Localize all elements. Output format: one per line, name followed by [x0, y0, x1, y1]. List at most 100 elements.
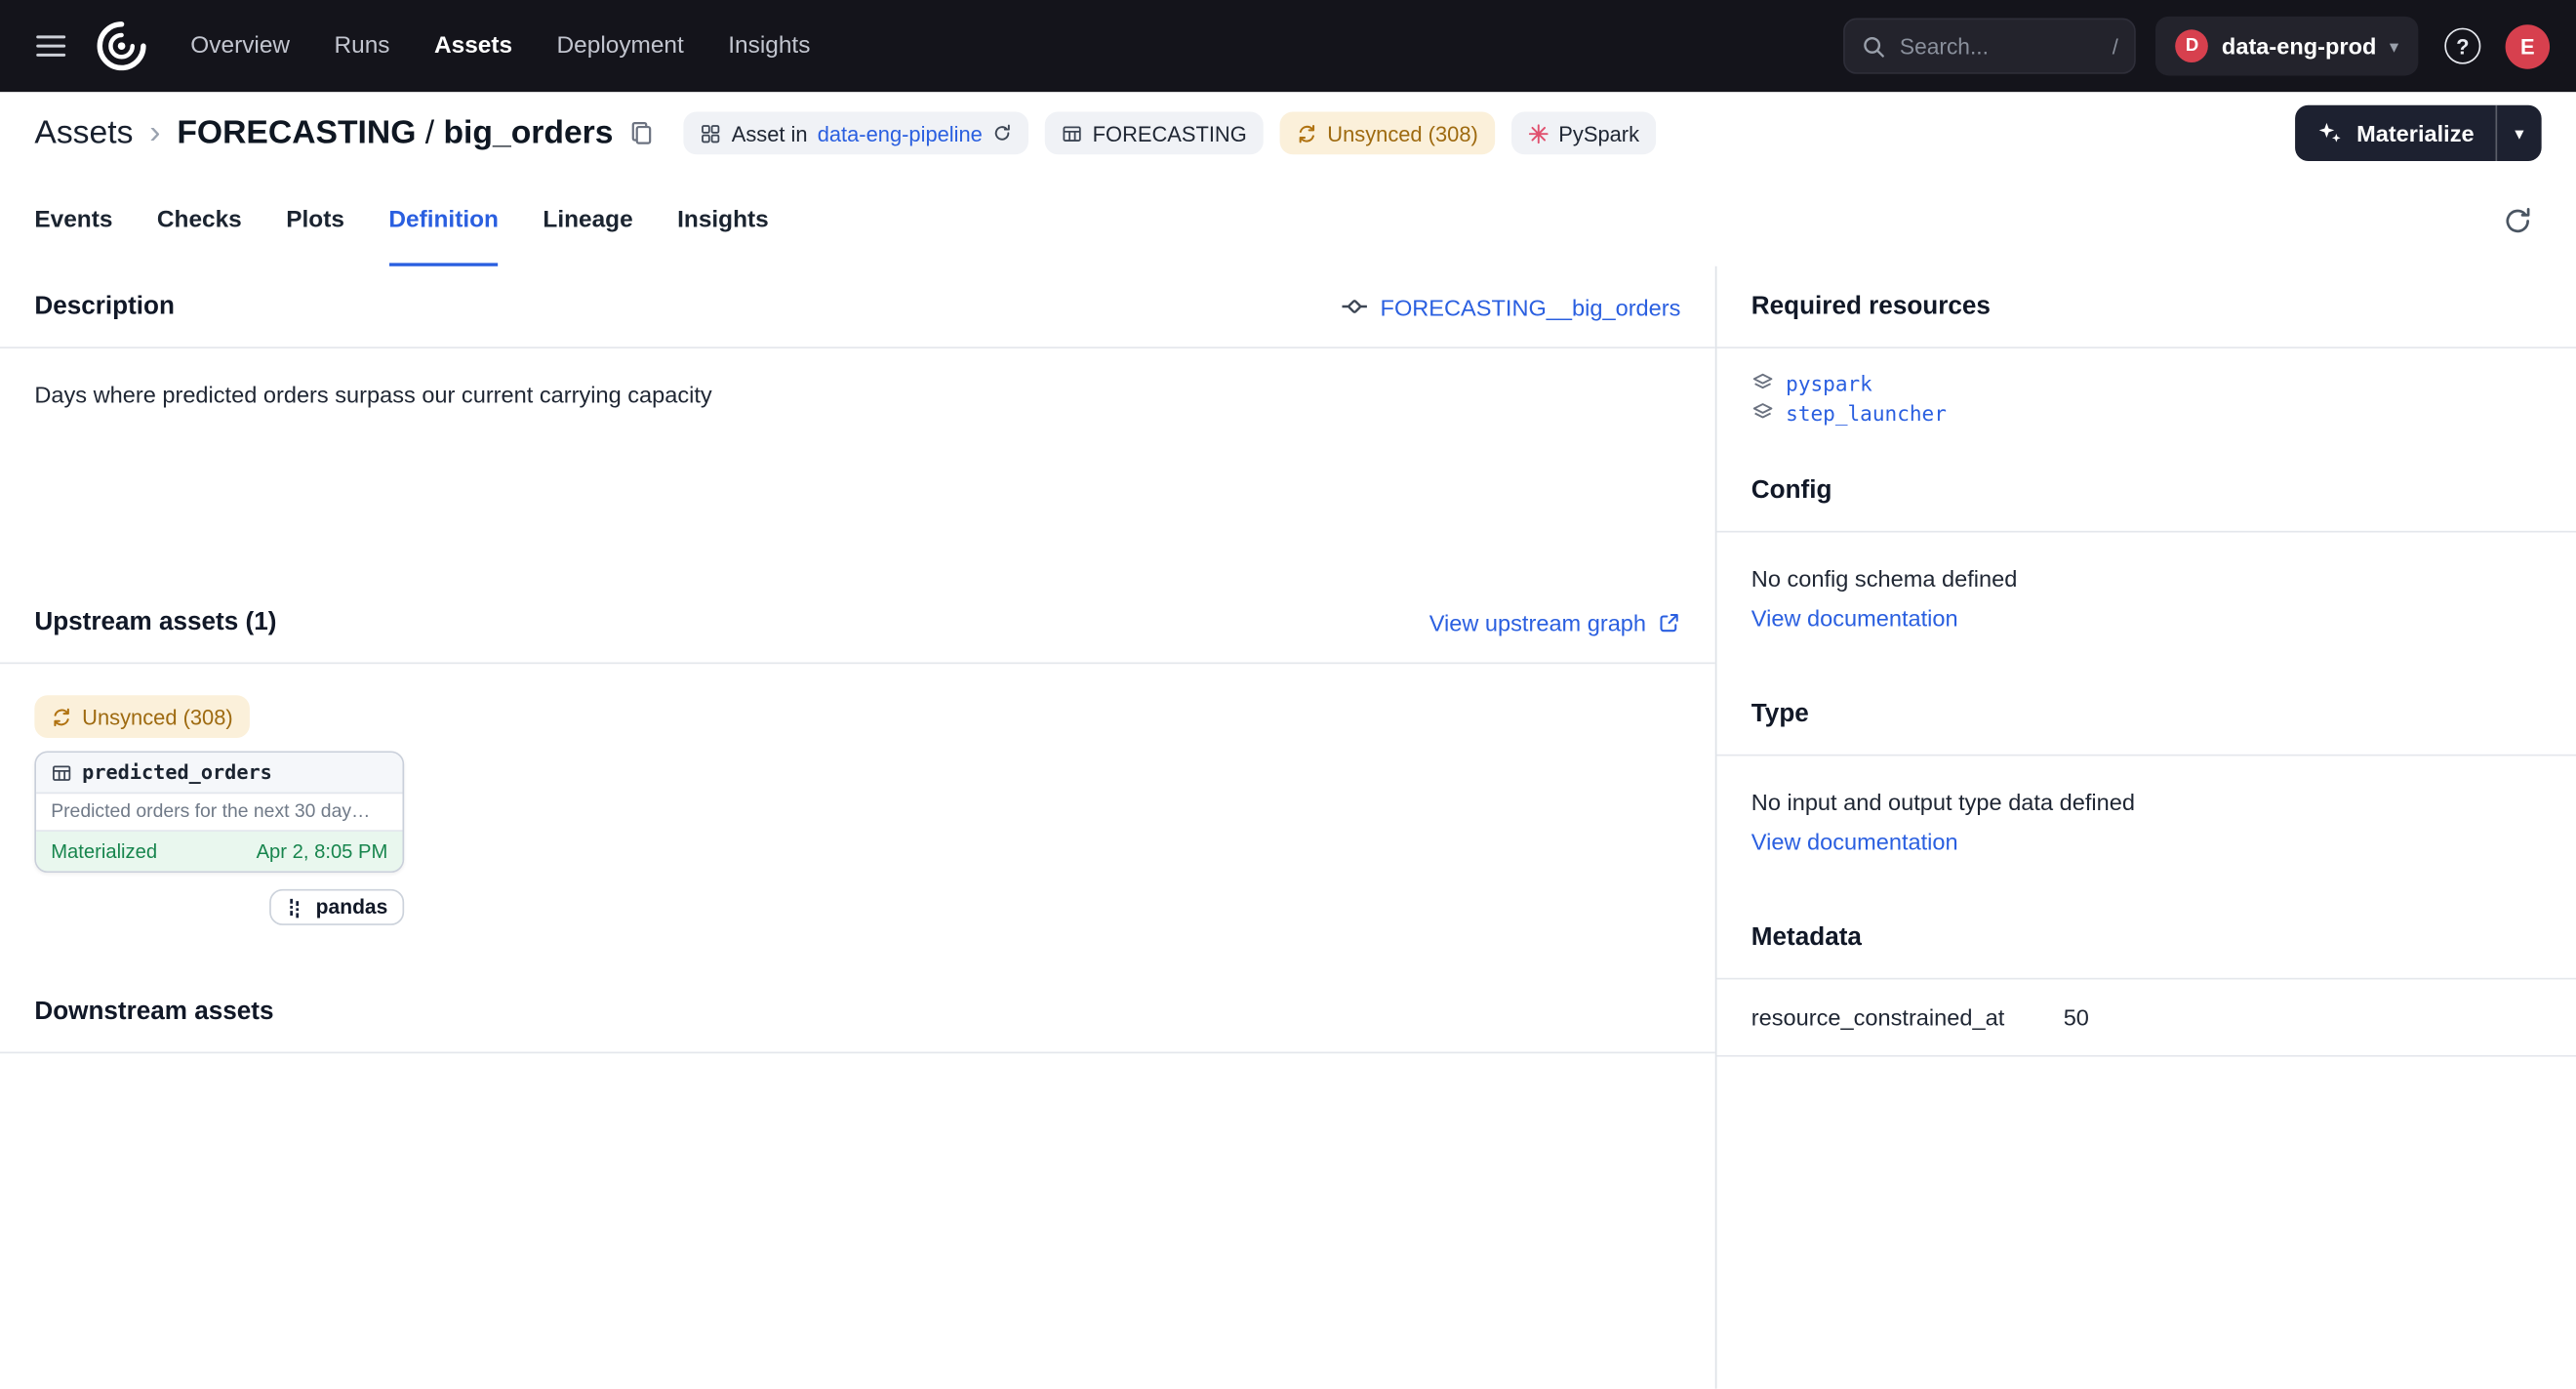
upstream-node: predicted_orders Predicted orders for th…: [34, 751, 404, 924]
asset-name: big_orders: [443, 114, 613, 150]
breadcrumb-separator: ›: [149, 114, 160, 152]
section-title: Upstream assets (1): [34, 607, 276, 636]
materialize-label: Materialize: [2356, 120, 2475, 146]
asset-node-status-bar: Materialized Apr 2, 8:05 PM: [36, 832, 402, 871]
view-upstream-graph-link[interactable]: View upstream graph: [1429, 609, 1681, 635]
primary-nav: Overview Runs Assets Deployment Insights: [190, 33, 810, 60]
hamburger-menu-icon[interactable]: [26, 21, 76, 71]
asset-node-description: Predicted orders for the next 30 day…: [36, 794, 402, 832]
search-input[interactable]: [1900, 34, 2099, 59]
asset-group-name: FORECASTING: [177, 114, 416, 150]
asset-node-icon: [1341, 293, 1369, 321]
copy-icon[interactable]: [629, 120, 654, 146]
config-body: No config schema defined View documentat…: [1716, 533, 2576, 674]
search-icon: [1862, 34, 1886, 59]
page-title: FORECASTING / big_orders: [177, 114, 613, 152]
type-view-documentation-link[interactable]: View documentation: [1751, 829, 2542, 855]
pandas-chip-label: pandas: [316, 896, 388, 919]
description-section-header: Description FORECASTING__big_orders: [0, 266, 1715, 348]
type-section-header: Type: [1716, 674, 2576, 756]
materialize-split-button: Materialize ▾: [2296, 105, 2542, 161]
metadata-value: 50: [2064, 1004, 2089, 1031]
upstream-assets-body: Unsynced (308) predicted_orders Predicte…: [0, 664, 1715, 971]
config-message: No config schema defined: [1751, 565, 2018, 592]
search-shortcut-hint: /: [2113, 34, 2118, 59]
asset-header-row: Assets › FORECASTING / big_orders Asset …: [0, 92, 2576, 174]
user-avatar[interactable]: E: [2506, 23, 2550, 67]
layers-icon: [1751, 401, 1775, 425]
resources-section-header: Required resources: [1716, 266, 2576, 348]
type-body: No input and output type data defined Vi…: [1716, 756, 2576, 897]
external-link-icon: [1658, 610, 1681, 633]
unsynced-chip[interactable]: Unsynced (308): [1279, 111, 1494, 154]
tab-definition[interactable]: Definition: [388, 174, 499, 266]
asset-in-pipeline-chip[interactable]: Asset in data-eng-pipeline: [684, 111, 1028, 154]
section-title: Config: [1751, 475, 1832, 505]
asset-node-header: predicted_orders: [36, 753, 402, 794]
sparkle-icon: [2317, 120, 2344, 146]
resources-list: pyspark step_launcher: [1716, 348, 2576, 450]
pandas-icon: [286, 896, 305, 918]
title-slash: /: [416, 114, 443, 150]
asset-node-card[interactable]: predicted_orders Predicted orders for th…: [34, 751, 404, 873]
resource-link-step-launcher[interactable]: step_launcher: [1786, 400, 1947, 425]
tab-checks[interactable]: Checks: [157, 174, 242, 266]
nav-link-runs[interactable]: Runs: [335, 33, 390, 60]
unsynced-badge[interactable]: Unsynced (308): [34, 695, 249, 738]
section-title: Downstream assets: [34, 997, 273, 1026]
asset-node-name: predicted_orders: [82, 761, 272, 785]
tab-lineage[interactable]: Lineage: [543, 174, 632, 266]
tab-insights[interactable]: Insights: [677, 174, 769, 266]
config-view-documentation-link[interactable]: View documentation: [1751, 605, 2542, 632]
asset-icon: [701, 122, 722, 143]
help-icon[interactable]: ?: [2444, 28, 2480, 64]
sync-icon: [51, 706, 72, 727]
materialized-timestamp: Apr 2, 8:05 PM: [257, 839, 388, 863]
nav-link-assets[interactable]: Assets: [434, 33, 512, 60]
resource-item: step_launcher: [1751, 397, 2542, 427]
section-title: Type: [1751, 699, 1809, 728]
unsynced-badge-label: Unsynced (308): [82, 704, 233, 728]
tabs-spacer: [813, 174, 2492, 266]
tab-plots[interactable]: Plots: [286, 174, 344, 266]
breadcrumb-assets-link[interactable]: Assets: [34, 114, 133, 152]
deployment-name: data-eng-prod: [2222, 33, 2376, 60]
refresh-icon[interactable]: [2492, 195, 2542, 245]
type-message: No input and output type data defined: [1751, 789, 2135, 815]
kind-row: pandas: [34, 889, 404, 925]
asset-in-label: Asset in: [732, 121, 808, 145]
config-section-header: Config: [1716, 450, 2576, 532]
group-chip[interactable]: FORECASTING: [1045, 111, 1264, 154]
materialized-status-label: Materialized: [51, 839, 157, 863]
search-box[interactable]: /: [1844, 19, 2137, 74]
materialize-button[interactable]: Materialize: [2296, 105, 2496, 161]
metadata-key: resource_constrained_at: [1751, 1004, 2064, 1031]
nav-link-overview[interactable]: Overview: [190, 33, 290, 60]
deployment-selector[interactable]: D data-eng-prod ▾: [2156, 17, 2419, 76]
chevron-down-icon: ▾: [2515, 122, 2523, 143]
kind-chip-label: PySpark: [1558, 121, 1639, 145]
sync-icon: [1296, 122, 1317, 143]
kind-pyspark-chip[interactable]: PySpark: [1510, 111, 1655, 154]
definition-main-pane: Description FORECASTING__big_orders Days…: [0, 266, 1716, 1389]
deployment-badge: D: [2176, 29, 2209, 62]
nav-link-deployment[interactable]: Deployment: [557, 33, 684, 60]
section-title: Description: [34, 292, 175, 321]
pandas-kind-chip[interactable]: pandas: [270, 889, 405, 925]
view-upstream-graph-label: View upstream graph: [1429, 609, 1646, 635]
tab-events[interactable]: Events: [34, 174, 112, 266]
upstream-section-header: Upstream assets (1) View upstream graph: [0, 582, 1715, 664]
layers-icon: [1751, 372, 1775, 395]
dagster-logo-icon[interactable]: [89, 13, 154, 78]
materialize-caret-button[interactable]: ▾: [2497, 105, 2541, 161]
nav-link-insights[interactable]: Insights: [728, 33, 810, 60]
resource-link-pyspark[interactable]: pyspark: [1786, 371, 1872, 395]
metadata-section-header: Metadata: [1716, 897, 2576, 979]
pipeline-link[interactable]: data-eng-pipeline: [818, 121, 983, 145]
app-root: Overview Runs Assets Deployment Insights…: [0, 0, 2576, 1389]
asset-key-link[interactable]: FORECASTING__big_orders: [1341, 293, 1680, 321]
chevron-down-icon: ▾: [2390, 35, 2398, 57]
asset-key-link-label: FORECASTING__big_orders: [1381, 294, 1681, 320]
definition-sidebar: Required resources pyspark step_launcher: [1716, 266, 2576, 1389]
badge-row: Unsynced (308): [34, 695, 1680, 738]
